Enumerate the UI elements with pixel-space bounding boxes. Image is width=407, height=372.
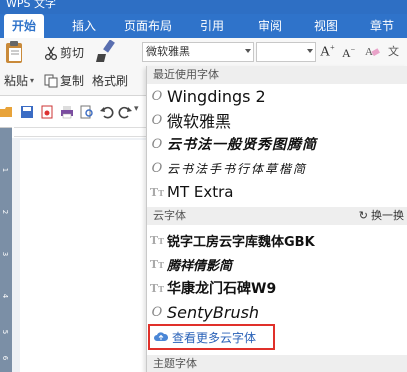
more-cloud-fonts-label: 查看更多云字体	[172, 330, 257, 345]
tab-references[interactable]: 引用	[192, 14, 232, 38]
font-item-label: 腾祥倩影简	[167, 258, 233, 274]
open-folder-icon[interactable]	[0, 105, 14, 119]
chevron-down-icon	[307, 49, 313, 53]
paste-icon	[6, 41, 22, 63]
undo-icon[interactable]	[100, 105, 114, 119]
cloud-fonts-title: 云字体	[153, 209, 186, 222]
print-icon[interactable]	[60, 105, 74, 119]
font-item-yunshufa-1[interactable]: O 云书法一般贤秀图腾简	[147, 133, 407, 155]
cut-label: 剪切	[60, 46, 85, 60]
truetype-icon: TT	[149, 185, 165, 199]
grow-font-button[interactable]: A+	[320, 43, 335, 61]
truetype-icon: TT	[149, 281, 165, 295]
copy-label: 复制	[60, 74, 85, 88]
redo-icon[interactable]	[118, 105, 132, 119]
paste-menu-button[interactable]: 粘贴 ▾	[4, 72, 34, 89]
font-item-tengxiang[interactable]: TT 腾祥倩影简	[147, 253, 407, 275]
opentype-icon: O	[151, 136, 163, 152]
font-item-yunshufa-2[interactable]: O 云书法手书行体草楷简	[147, 157, 407, 179]
phonetic-icon: 文	[388, 45, 399, 58]
ruler-tick: 4	[1, 293, 10, 299]
copy-button[interactable]: 复制	[44, 72, 84, 89]
font-item-label: 云书法手书行体草楷简	[167, 161, 308, 176]
print-preview-icon[interactable]	[80, 105, 94, 119]
font-item-ruizi-weiti[interactable]: TT 锐字工房云字库魏体GBK	[147, 229, 407, 251]
font-item-mt-extra[interactable]: TT MT Extra	[147, 181, 407, 203]
font-name-combo[interactable]: 微软雅黑	[142, 42, 254, 62]
cloud-fonts-header: 云字体 ↻ 换一换	[147, 207, 407, 225]
font-item-label: MT Extra	[167, 183, 234, 201]
ruler-tick: 2	[1, 209, 10, 215]
font-item-sentybrush[interactable]: O SentyBrush	[147, 301, 407, 323]
swap-button[interactable]: ↻ 换一换	[359, 207, 404, 225]
scissors-icon	[45, 46, 57, 60]
truetype-icon: TT	[149, 233, 165, 247]
ruler-tick: 5	[1, 329, 10, 335]
font-item-label: Wingdings 2	[167, 86, 266, 106]
export-pdf-icon[interactable]	[40, 105, 54, 119]
shrink-font-button[interactable]: A−	[342, 45, 355, 61]
brush-icon	[96, 40, 115, 62]
clear-format-button[interactable]: A	[364, 43, 380, 59]
recent-fonts-header: 最近使用字体	[147, 66, 407, 84]
theme-fonts-header: 主题字体	[147, 355, 407, 372]
font-item-label: SentyBrush	[167, 302, 260, 322]
cloud-icon	[154, 332, 168, 341]
font-item-label: 微软雅黑	[167, 112, 232, 131]
font-item-msyahei[interactable]: O 微软雅黑	[147, 109, 407, 131]
font-item-label: 锐字工房云字库魏体GBK	[167, 234, 315, 250]
clear-format-icon: A	[365, 46, 380, 58]
opentype-icon: O	[151, 112, 163, 128]
opentype-icon: O	[151, 160, 163, 176]
format-painter-label-button[interactable]: 格式刷	[92, 72, 128, 89]
font-item-label: 华康龙门石碑W9	[167, 281, 277, 297]
chevron-down-icon: ▾	[30, 76, 35, 85]
window-title: WPS 文字	[6, 0, 56, 10]
font-item-wingdings2[interactable]: O Wingdings 2	[147, 85, 407, 107]
tab-insert[interactable]: 插入	[64, 14, 104, 38]
ruler-tick: 6	[1, 355, 10, 361]
paste-label: 粘贴	[4, 74, 29, 88]
horizontal-ruler	[14, 127, 146, 137]
chevron-down-icon	[245, 49, 251, 53]
title-bar: WPS 文字	[0, 0, 407, 14]
font-dropdown-panel: 最近使用字体 O Wingdings 2 O 微软雅黑 O 云书法一般贤秀图腾简…	[146, 66, 407, 372]
font-item-label: 云书法一般贤秀图腾简	[167, 137, 317, 153]
swap-label: 换一换	[371, 209, 404, 222]
cut-button[interactable]: 剪切	[44, 44, 84, 61]
tab-page-layout[interactable]: 页面布局	[118, 14, 178, 38]
quick-access-toolbar: ▾	[0, 102, 142, 122]
format-painter-button[interactable]	[94, 40, 116, 64]
tab-review[interactable]: 审阅	[250, 14, 290, 38]
save-icon[interactable]	[20, 105, 34, 119]
shrink-font-icon: A−	[342, 45, 356, 60]
copy-icon	[44, 74, 58, 87]
font-item-huakang[interactable]: TT 华康龙门石碑W9	[147, 277, 407, 299]
tab-view[interactable]: 视图	[306, 14, 346, 38]
ruler-tick: 3	[1, 251, 10, 257]
document-page[interactable]	[20, 140, 146, 372]
more-cloud-fonts-link[interactable]: 查看更多云字体	[148, 324, 275, 350]
font-name-value: 微软雅黑	[146, 45, 190, 58]
tab-chapter[interactable]: 章节	[362, 14, 402, 38]
tab-home[interactable]: 开始	[4, 14, 44, 38]
paste-button[interactable]	[4, 40, 26, 66]
opentype-icon: O	[151, 304, 163, 320]
menu-tab-bar: 开始 插入 页面布局 引用 审阅 视图 章节	[0, 14, 407, 38]
grow-font-icon: A+	[320, 43, 335, 60]
phonetic-button[interactable]: 文	[388, 43, 399, 59]
truetype-icon: TT	[149, 257, 165, 271]
opentype-icon: O	[151, 88, 163, 104]
format-painter-label: 格式刷	[92, 74, 129, 88]
refresh-icon: ↻	[358, 209, 368, 222]
vertical-ruler: 1 2 3 4 5 6	[0, 128, 12, 372]
ruler-tick: 1	[1, 167, 10, 173]
customize-quick-access-icon[interactable]: ▾	[134, 104, 139, 114]
font-size-combo[interactable]	[256, 42, 316, 62]
